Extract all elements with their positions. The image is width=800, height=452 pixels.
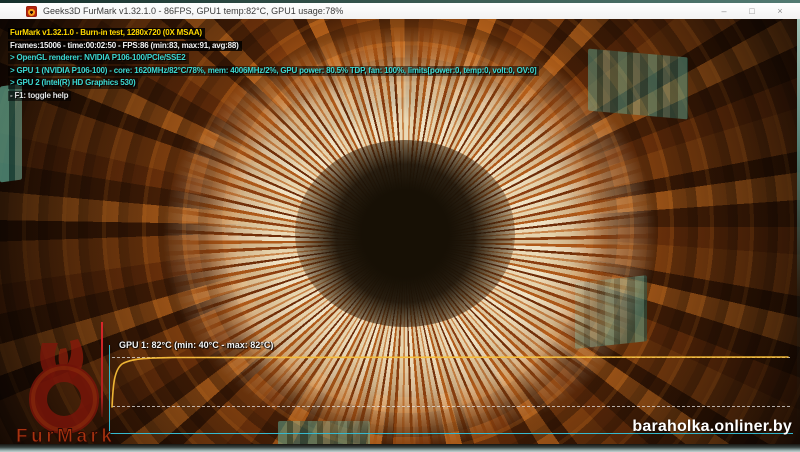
- hud-overlay: FurMark v1.32.1.0 - Burn-in test, 1280x7…: [8, 26, 540, 101]
- render-viewport: FurMark v1.32.1.0 - Burn-in test, 1280x7…: [0, 19, 800, 444]
- maximize-icon[interactable]: □: [738, 3, 766, 19]
- furmark-logo-text: FurMark: [16, 426, 112, 444]
- desktop-edge-bottom: [0, 444, 800, 452]
- hud-line-gpu1: > GPU 1 (NVIDIA P106-100) - core: 1620MH…: [8, 65, 540, 76]
- minimize-icon[interactable]: –: [710, 3, 738, 19]
- hud-line-title: FurMark v1.32.1.0 - Burn-in test, 1280x7…: [8, 28, 205, 39]
- titlebar: Geeks3D FurMark v1.32.1.0 - 86FPS, GPU1 …: [0, 3, 800, 19]
- hud-line-help: - F1: toggle help: [8, 90, 72, 101]
- hud-line-frames: Frames:15006 - time:00:02:50 - FPS:86 (m…: [8, 40, 242, 51]
- furmark-app-icon[interactable]: [26, 5, 37, 17]
- hud-line-renderer: > OpenGL renderer: NVIDIA P106-100/PCIe/…: [8, 53, 189, 64]
- window-title: Geeks3D FurMark v1.32.1.0 - 86FPS, GPU1 …: [43, 6, 344, 16]
- window-controls: – □ ×: [710, 3, 794, 19]
- close-icon[interactable]: ×: [766, 3, 794, 19]
- hud-line-gpu2: > GPU 2 (Intel(R) HD Graphics 530): [8, 78, 139, 89]
- watermark: baraholka.onliner.by: [632, 418, 792, 435]
- fur-pupil: [295, 139, 515, 327]
- gpu-temp-label: GPU 1: 82°C (min: 40°C - max: 82°C): [119, 340, 274, 350]
- furmark-logo: FurMark: [16, 339, 113, 444]
